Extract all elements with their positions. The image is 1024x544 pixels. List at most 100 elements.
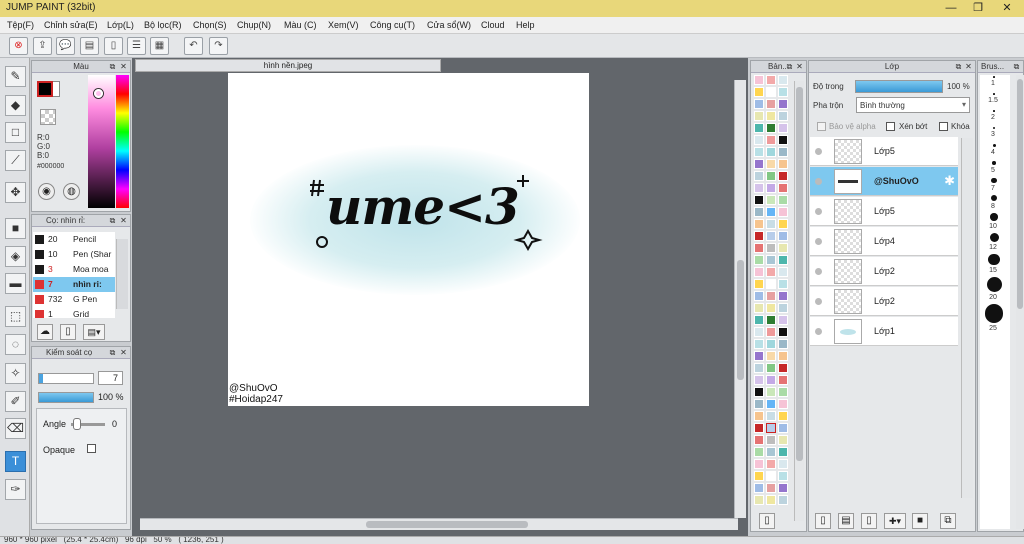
layer-row[interactable]: Lớp5: [810, 197, 958, 226]
color-swatch[interactable]: [778, 399, 788, 409]
new-swatch-icon[interactable]: ▯: [759, 513, 775, 529]
color-swatch[interactable]: [766, 303, 776, 313]
brush-item[interactable]: 732 G Pen: [33, 292, 115, 307]
color-swatch[interactable]: [766, 111, 776, 121]
select-rect-icon[interactable]: ⬚: [5, 306, 26, 327]
clip-checkbox[interactable]: [886, 122, 895, 131]
rect-tool-icon[interactable]: □: [5, 122, 26, 143]
menu-view[interactable]: Xem(V): [328, 20, 359, 30]
color-swatch[interactable]: [766, 231, 776, 241]
color-swatch[interactable]: [766, 327, 776, 337]
color-swatch[interactable]: [766, 387, 776, 397]
color-swatch[interactable]: [754, 219, 764, 229]
menu-capture[interactable]: Chụp(N): [237, 20, 271, 30]
color-swatch[interactable]: [766, 447, 776, 457]
color-swatch[interactable]: [778, 207, 788, 217]
color-swatch[interactable]: [778, 495, 788, 505]
color-swatch[interactable]: [754, 123, 764, 133]
color-swatch[interactable]: [778, 411, 788, 421]
color-swatch[interactable]: [754, 375, 764, 385]
color-swatch[interactable]: [766, 123, 776, 133]
document-icon[interactable]: ▯: [104, 37, 123, 55]
color-swatch[interactable]: [754, 111, 764, 121]
color-swatch[interactable]: [778, 351, 788, 361]
color-swatch[interactable]: [754, 279, 764, 289]
color-swatch[interactable]: [778, 195, 788, 205]
layer-list-scrollbar[interactable]: [961, 138, 973, 498]
folder-icon[interactable]: ■: [912, 513, 928, 529]
message-icon[interactable]: ▤: [80, 37, 99, 55]
color-swatch[interactable]: [754, 159, 764, 169]
document-tab[interactable]: hình nền.jpeg: [135, 59, 441, 72]
brush-size-dot[interactable]: [993, 110, 995, 112]
hue-slider[interactable]: [116, 75, 129, 208]
color-swatch[interactable]: [754, 483, 764, 493]
color-swatch[interactable]: [754, 495, 764, 505]
brush-size-dot[interactable]: [986, 277, 1002, 292]
color-swatch[interactable]: [778, 327, 788, 337]
color-swatch[interactable]: [778, 159, 788, 169]
color-swatch[interactable]: [754, 327, 764, 337]
brush-item[interactable]: 3 Moa moa: [33, 262, 115, 277]
brush-item[interactable]: 20 Pencil: [33, 232, 115, 247]
color-swatch[interactable]: [754, 435, 764, 445]
color-swatch[interactable]: [754, 351, 764, 361]
magic-wand-icon[interactable]: ✧: [5, 363, 26, 384]
comment-icon[interactable]: 💬: [56, 37, 75, 55]
brush-size-dot[interactable]: [984, 304, 1004, 323]
visibility-icon[interactable]: [815, 328, 822, 335]
color-swatch[interactable]: [766, 147, 776, 157]
menu-filter[interactable]: Bộ lọc(R): [144, 20, 182, 30]
visibility-icon[interactable]: [815, 298, 822, 305]
color-swatch[interactable]: [766, 315, 776, 325]
merge-layer-icon[interactable]: ⧉: [940, 513, 956, 529]
color-swatch[interactable]: [754, 423, 764, 433]
undo-icon[interactable]: ↶: [184, 37, 203, 55]
color-swatch[interactable]: [766, 351, 776, 361]
panel-float-icon[interactable]: ⧉: [954, 62, 963, 71]
color-swatch[interactable]: [778, 291, 788, 301]
canvas-horizontal-scrollbar[interactable]: [140, 518, 738, 530]
layout-icon[interactable]: ▦: [150, 37, 169, 55]
color-swatch[interactable]: [766, 399, 776, 409]
panel-float-icon[interactable]: ⧉: [108, 348, 117, 357]
visibility-icon[interactable]: [815, 208, 822, 215]
panel-float-icon[interactable]: ⧉: [108, 216, 117, 225]
color-swatch[interactable]: [766, 279, 776, 289]
color-swatch[interactable]: [766, 483, 776, 493]
opaque-checkbox[interactable]: [87, 444, 96, 453]
brush-size-dot[interactable]: [992, 144, 996, 147]
visibility-icon[interactable]: [815, 238, 822, 245]
color-swatch[interactable]: [778, 459, 788, 469]
color-swatch[interactable]: [766, 495, 776, 505]
color-swatch[interactable]: [766, 411, 776, 421]
brush-menu-icon[interactable]: ▤▾: [83, 324, 105, 340]
brush-size-dot[interactable]: [989, 232, 999, 242]
layer-settings-gear-icon[interactable]: ✱: [944, 173, 955, 189]
panel-float-icon[interactable]: ⧉: [1012, 62, 1021, 71]
color-swatch[interactable]: [754, 447, 764, 457]
color-swatch[interactable]: [778, 315, 788, 325]
brush-size-dot[interactable]: [988, 253, 1000, 265]
panel-float-icon[interactable]: ⧉: [785, 62, 794, 71]
list-icon[interactable]: ☰: [127, 37, 146, 55]
color-swatch[interactable]: [766, 243, 776, 253]
redo-icon[interactable]: ↷: [209, 37, 228, 55]
duplicate-layer-icon[interactable]: ▤: [838, 513, 854, 529]
layer-row[interactable]: Lớp4: [810, 227, 958, 256]
document-canvas[interactable]: ume<3 @ShuOvO #Hoidap247: [228, 73, 589, 406]
panel-float-icon[interactable]: ⧉: [108, 62, 117, 71]
menu-edit[interactable]: Chỉnh sửa(E): [44, 20, 98, 30]
color-swatch[interactable]: [766, 255, 776, 265]
menu-select[interactable]: Chọn(S): [193, 20, 227, 30]
panel-close-icon[interactable]: ✕: [964, 62, 973, 71]
color-swatch[interactable]: [754, 171, 764, 181]
color-swatch[interactable]: [766, 267, 776, 277]
panel-close-icon[interactable]: ✕: [119, 62, 128, 71]
color-swatch[interactable]: [778, 219, 788, 229]
lock-checkbox[interactable]: [939, 122, 948, 131]
color-swatch[interactable]: [766, 423, 776, 433]
layer-opacity-slider[interactable]: [855, 80, 943, 93]
color-swatch[interactable]: [754, 303, 764, 313]
color-swatch[interactable]: [778, 183, 788, 193]
